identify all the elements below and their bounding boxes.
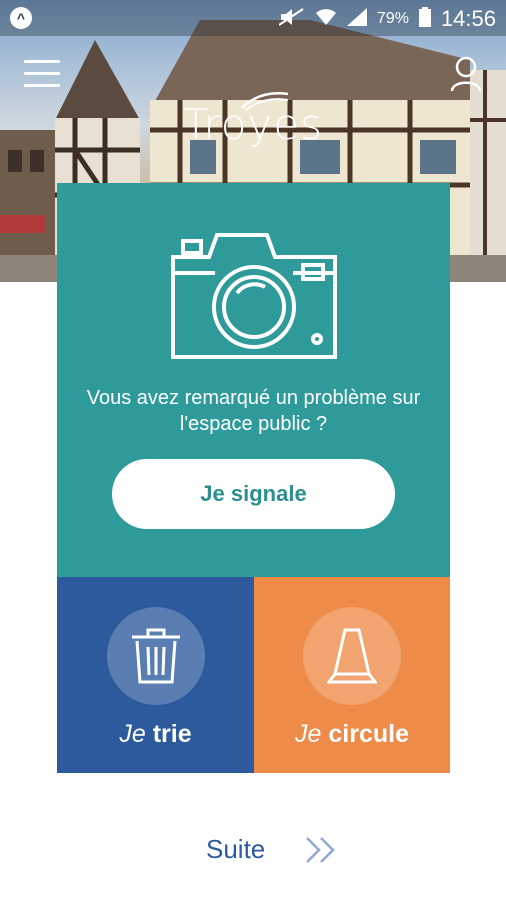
report-problem-card: Vous avez remarqué un problème sur l'esp… <box>57 183 450 577</box>
double-chevron-right-icon <box>306 836 336 863</box>
battery-percent: 79% <box>376 10 409 27</box>
signal-icon <box>346 7 367 31</box>
clock: 14:56 <box>440 6 496 31</box>
camera-icon <box>171 233 337 359</box>
status-bar: ^ 79% 14:56 <box>0 0 506 36</box>
tile-recycling-label: Je trie <box>119 720 192 748</box>
tile-icon-circle <box>106 607 205 705</box>
wifi-icon <box>315 8 337 31</box>
tile-icon-circle <box>303 607 401 705</box>
city-logo: Troyes <box>182 100 324 149</box>
trash-bin-icon <box>131 628 180 684</box>
traffic-cone-icon <box>327 628 377 684</box>
user-account-icon[interactable] <box>450 56 482 92</box>
tile-traffic-label: Je circule <box>295 720 409 748</box>
battery-icon <box>418 6 431 32</box>
report-button[interactable]: Je signale <box>112 459 395 529</box>
next-label: Suite <box>206 834 266 864</box>
mute-icon <box>278 7 305 31</box>
tile-traffic[interactable]: Je circule <box>254 577 450 773</box>
report-question-text: Vous avez remarqué un problème sur l'esp… <box>86 387 421 435</box>
next-link[interactable]: Suite <box>206 834 339 865</box>
hamburger-menu-icon[interactable] <box>24 56 60 90</box>
app-notification-icon: ^ <box>10 7 32 29</box>
tile-recycling[interactable]: Je trie <box>57 577 254 773</box>
